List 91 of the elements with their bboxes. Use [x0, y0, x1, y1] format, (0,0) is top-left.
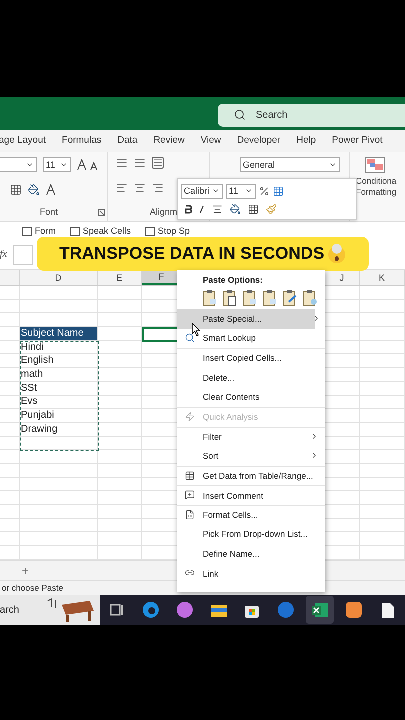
formula-field[interactable] [13, 244, 34, 264]
align-bottom-icon [152, 157, 164, 169]
menu-item[interactable]: Sort [177, 446, 325, 466]
quick-access-button[interactable]: Stop Sp [145, 226, 190, 236]
caption-text: TRANSPOSE DATA IN SECONDS [59, 244, 325, 264]
menu-item[interactable]: Format Cells... [177, 504, 325, 525]
align-center-icon [212, 204, 223, 214]
document-icon[interactable] [380, 602, 395, 618]
comment-icon [185, 490, 195, 500]
conditional-formatting-label[interactable]: Conditiona Formatting [356, 176, 397, 198]
ribbon-tab[interactable]: View [200, 132, 222, 150]
table-cell: English [20, 354, 98, 368]
table-cell: math [20, 368, 98, 381]
app-icon[interactable] [176, 601, 194, 619]
group-label: Font [40, 207, 58, 217]
align-top-icon [116, 157, 128, 169]
app-icon[interactable] [345, 601, 364, 619]
status-text: or choose Paste [2, 583, 64, 593]
menu-item[interactable]: Insert Copied Cells... [177, 348, 325, 368]
font-size-dropdown[interactable]: 11 [43, 157, 71, 172]
search-icon [234, 109, 246, 121]
font-size-dropdown[interactable]: 11 [226, 184, 256, 198]
menu-item[interactable]: Paste Special... [177, 309, 315, 329]
lightning-icon [185, 412, 195, 422]
table-cell: Hindi [20, 340, 98, 354]
paste-icon[interactable] [283, 290, 298, 306]
menu-item[interactable]: Smart Lookup [177, 328, 325, 348]
table-icon [185, 470, 195, 481]
table-cell: Drawing [20, 422, 98, 436]
percent-icon [259, 186, 270, 196]
ribbon-tab[interactable]: Power Pivot [332, 132, 383, 150]
menu-item[interactable]: Clear Contents [177, 387, 325, 407]
app-icon[interactable] [142, 601, 160, 619]
italic-icon[interactable] [199, 204, 205, 214]
menu-item[interactable]: Pick From Drop-down List... [177, 524, 325, 544]
fill-color-icon [230, 204, 241, 214]
spreadsheet-icon[interactable] [311, 602, 330, 618]
header-cell: Subject Name [20, 327, 98, 340]
paste-icon[interactable] [203, 290, 218, 306]
menu-item[interactable]: Link [177, 564, 325, 584]
function-label[interactable]: fx [0, 249, 8, 260]
menu-heading: Paste Options: [202, 274, 264, 287]
fill-color-icon [28, 184, 40, 196]
align-right-icon [152, 182, 164, 194]
bold-icon[interactable] [185, 204, 192, 214]
ribbon-tab[interactable]: Review [154, 132, 185, 150]
task-view-icon[interactable] [110, 603, 124, 617]
table-cell: SSt [20, 382, 98, 394]
table-cell: Evs [20, 396, 98, 408]
menu-item[interactable]: Get Data from Table/Range... [177, 466, 325, 486]
borders-icon [10, 184, 22, 196]
paste-icon[interactable] [263, 290, 278, 306]
taskbar-search[interactable]: arch [0, 595, 100, 625]
quick-access-button[interactable]: Speak Cells [70, 226, 132, 236]
align-center-icon [134, 182, 146, 194]
align-middle-icon [134, 157, 146, 169]
chevron-down-icon [245, 187, 253, 195]
search-field[interactable]: Search [218, 104, 405, 126]
chevron-right-icon [312, 314, 321, 324]
menu-item[interactable]: Delete... [177, 368, 325, 388]
taskbar-app[interactable] [306, 596, 334, 624]
menu-item[interactable]: Define Name... [177, 544, 325, 564]
menu-item[interactable]: Insert Comment [177, 485, 325, 505]
app-icon[interactable] [277, 601, 296, 619]
conditional-formatting-icon[interactable] [365, 157, 385, 173]
link-icon [185, 568, 195, 578]
chevron-down-icon [212, 187, 220, 195]
align-left-icon [116, 182, 128, 194]
ribbon-tab[interactable]: Help [296, 132, 316, 150]
paste-icon[interactable] [303, 290, 318, 306]
quick-access-button[interactable]: Form [22, 226, 56, 236]
number-format-dropdown[interactable]: General [240, 157, 340, 172]
shocked-emoji-icon [326, 244, 347, 264]
font-color-icon[interactable] [46, 184, 56, 196]
ribbon-tab[interactable]: Formulas [62, 132, 102, 150]
paste-icon[interactable] [223, 290, 238, 306]
folder-icon[interactable] [210, 602, 228, 618]
table-icon [273, 186, 284, 196]
search-icon [185, 332, 195, 343]
paste-icon[interactable] [243, 290, 258, 306]
ribbon-tab[interactable]: Data [118, 132, 138, 150]
group-label: Alignm [150, 207, 178, 217]
dialog-launcher-icon[interactable] [98, 208, 105, 216]
font-name-dropdown[interactable]: Calibri [181, 184, 223, 198]
ribbon-tab[interactable]: Developer [237, 132, 281, 150]
table-cell: Punjabi [20, 409, 98, 422]
borders-icon [248, 204, 259, 214]
format-painter-icon [266, 204, 277, 214]
mouse-cursor-icon [192, 323, 201, 337]
add-sheet-button[interactable]: + [22, 564, 30, 578]
menu-item[interactable]: Filter [177, 426, 325, 446]
